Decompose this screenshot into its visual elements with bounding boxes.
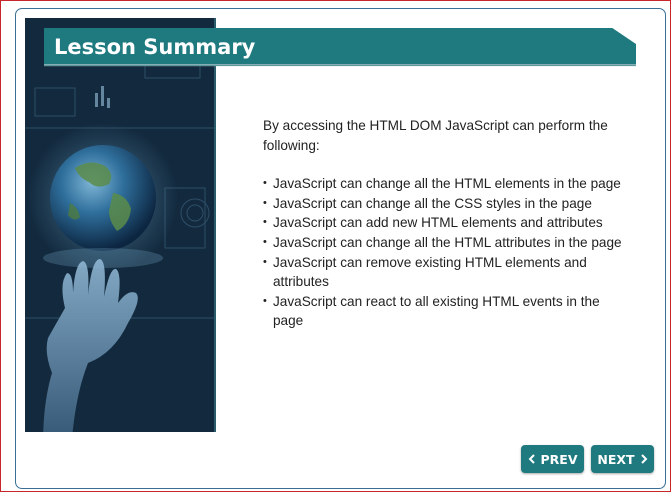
lesson-summary-content: By accessing the HTML DOM JavaScript can…	[263, 116, 628, 331]
chevron-left-icon	[528, 454, 535, 464]
next-button-label: NEXT	[597, 451, 635, 467]
title-banner: Lesson Summary	[44, 28, 636, 66]
chevron-right-icon	[640, 454, 647, 464]
prev-button[interactable]: PREV	[521, 445, 584, 473]
hero-illustration	[25, 18, 215, 432]
summary-bullet: JavaScript can change all the CSS styles…	[263, 194, 628, 214]
hero-edge-divider	[214, 18, 216, 432]
summary-bullet-list: JavaScript can change all the HTML eleme…	[263, 174, 628, 331]
page-title: Lesson Summary	[54, 35, 256, 59]
summary-bullet: JavaScript can change all the HTML eleme…	[263, 174, 628, 194]
summary-intro: By accessing the HTML DOM JavaScript can…	[263, 118, 608, 153]
title-banner-shadow	[44, 64, 636, 67]
summary-bullet: JavaScript can add new HTML elements and…	[263, 213, 628, 233]
summary-bullet: JavaScript can change all the HTML attri…	[263, 233, 628, 253]
prev-button-label: PREV	[540, 451, 578, 467]
summary-bullet: JavaScript can remove existing HTML elem…	[263, 253, 628, 292]
summary-bullet: JavaScript can react to all existing HTM…	[263, 292, 628, 331]
next-button[interactable]: NEXT	[591, 445, 654, 473]
hero-image-globe-in-hand	[25, 18, 215, 432]
